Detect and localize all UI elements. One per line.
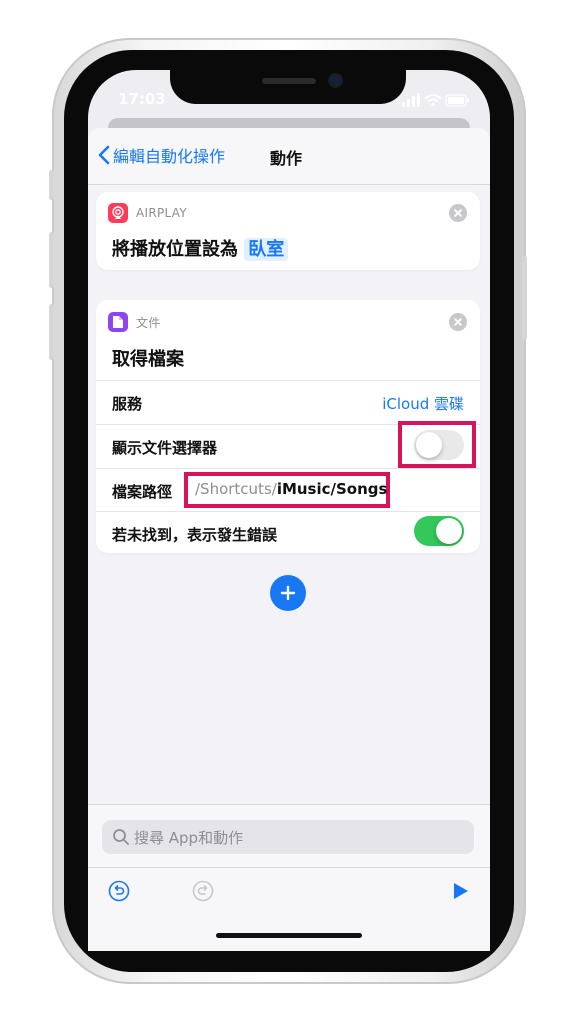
side-button [522,256,527,340]
mute-switch [49,170,54,200]
search-icon [113,829,129,845]
device-token[interactable]: 臥室 [244,238,289,261]
search-input[interactable]: 搜尋 App和動作 [102,820,474,854]
volume-down-button [49,304,54,360]
airplay-card-header: AIRPLAY [108,203,187,223]
show-picker-label: 顯示文件選擇器 [112,439,218,457]
file-path-value: iMusic/Songs [276,480,388,498]
toolbar-divider [88,867,490,868]
airplay-title-prefix: 將播放位置設為 [112,239,238,260]
status-time: 17:03 [118,90,166,108]
volume-up-button [49,232,54,288]
redo-icon[interactable] [192,880,214,902]
remove-file-action-icon[interactable] [449,313,467,331]
home-indicator [216,933,362,938]
files-app-icon [108,312,128,332]
battery-icon [445,94,469,107]
file-path-field[interactable]: /Shortcuts/iMusic/Songs [195,480,387,498]
error-if-not-found-label: 若未找到，表示發生錯誤 [112,526,278,544]
add-action-button[interactable] [270,575,306,611]
page-title: 動作 [270,149,303,168]
service-value[interactable]: iCloud 雲碟 [382,393,464,414]
undo-icon[interactable] [108,880,130,902]
wifi-icon [425,94,441,102]
file-action-title: 取得檔案 [112,349,184,370]
service-label: 服務 [112,395,143,413]
files-app-label: 文件 [136,315,161,330]
back-button[interactable]: 編輯自動化操作 [98,143,225,167]
file-path-label: 檔案路徑 [112,483,173,501]
service-row[interactable]: 服務 iCloud 雲碟 [96,380,480,424]
remove-airplay-action-icon[interactable] [449,204,467,222]
error-if-not-found-toggle[interactable] [414,516,464,546]
front-camera [330,75,341,86]
signal-icon [402,93,420,107]
airplay-action-title: 將播放位置設為 臥室 [112,235,289,261]
speaker [262,78,316,84]
airplay-app-label: AIRPLAY [136,206,187,220]
play-icon[interactable] [452,881,470,901]
files-card-header: 文件 [108,312,161,332]
status-icons [398,92,470,108]
highlight-box-toggle [398,421,476,468]
search-placeholder: 搜尋 App和動作 [134,828,244,847]
file-path-prefix: /Shortcuts/ [195,480,277,498]
chevron-left-icon [98,145,110,165]
plus-icon [280,585,296,601]
airplay-icon [108,203,128,223]
back-button-label: 編輯自動化操作 [113,147,226,166]
